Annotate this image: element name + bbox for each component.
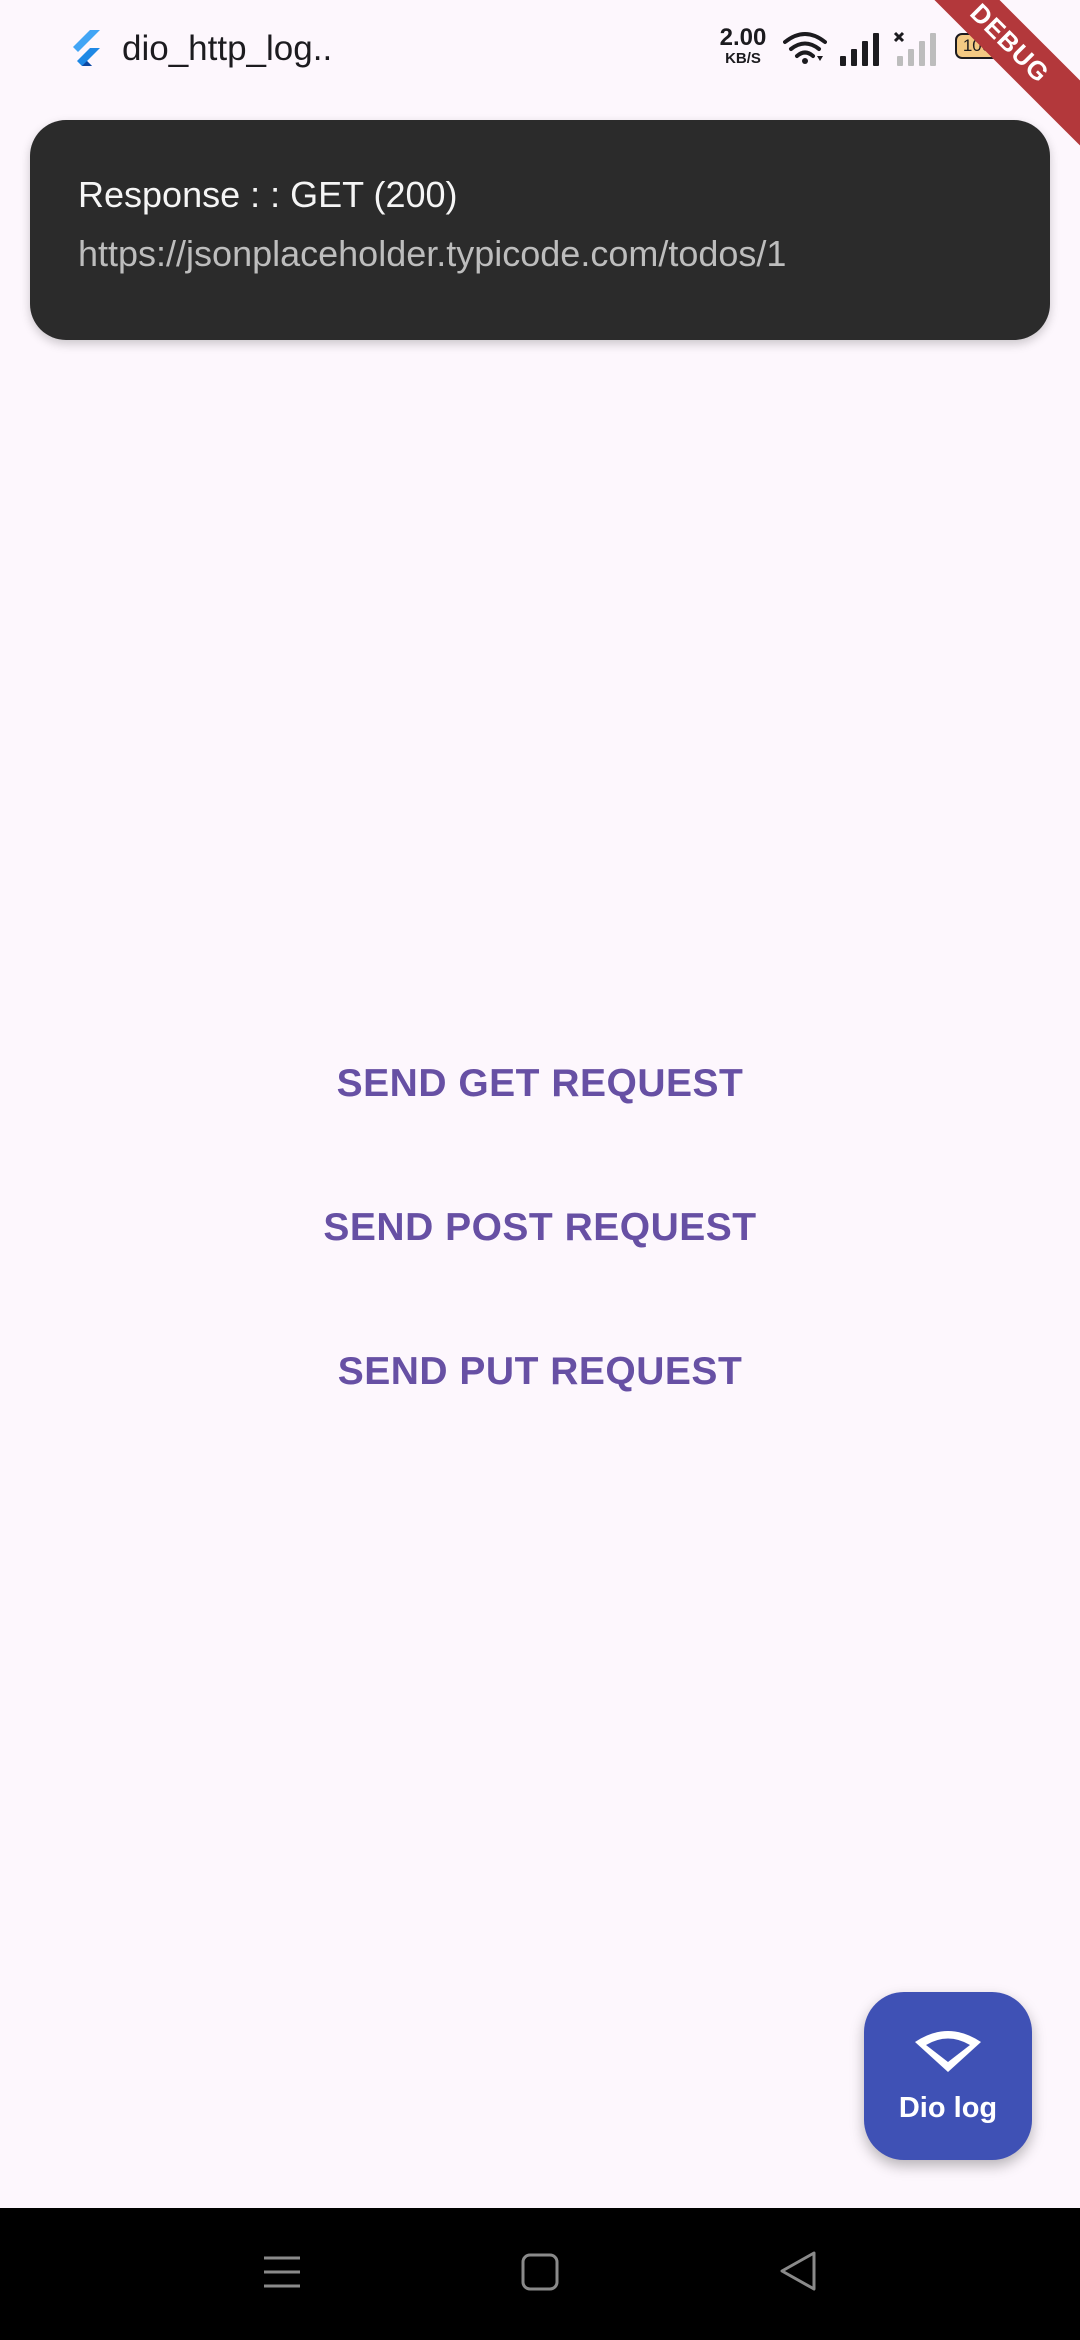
send-post-request-label: SEND POST REQUEST [323, 1206, 757, 1249]
send-put-request-label: SEND PUT REQUEST [337, 1350, 743, 1393]
send-get-request-label: SEND GET REQUEST [336, 1062, 744, 1105]
send-get-request-button[interactable]: SEND GET REQUEST [0, 1048, 1080, 1120]
dio-log-fab[interactable]: Dio log [864, 1992, 1032, 2160]
response-toast[interactable]: Response : : GET (200) https://jsonplace… [30, 120, 1050, 340]
send-put-request-button[interactable]: SEND PUT REQUEST [0, 1336, 1080, 1408]
toast-title: Response : : GET (200) [78, 174, 458, 215]
network-speed-unit: KB/S [725, 50, 761, 67]
wifi-status-icon [783, 32, 827, 64]
dio-log-label: Dio log [898, 2092, 998, 2124]
network-speed-value: 2.00 [719, 24, 767, 51]
system-navigation-bar [0, 2208, 1080, 2340]
flutter-logo-icon [73, 30, 100, 66]
cell-signal-icon [840, 33, 879, 66]
network-speed: 2.00 KB/S [716, 24, 770, 67]
menu-icon[interactable] [262, 2252, 302, 2292]
wifi-icon [915, 2031, 981, 2072]
status-bar: dio_http_log.. 2.00 KB/S 100 DEBUG [0, 0, 1080, 152]
toast-url: https://jsonplaceholder.typicode.com/tod… [78, 233, 787, 274]
back-icon[interactable] [778, 2250, 818, 2292]
home-icon[interactable] [520, 2252, 560, 2292]
app-title: dio_http_log.. [122, 29, 333, 68]
cell-signal-no-service-icon [893, 31, 936, 66]
send-post-request-button[interactable]: SEND POST REQUEST [0, 1192, 1080, 1264]
